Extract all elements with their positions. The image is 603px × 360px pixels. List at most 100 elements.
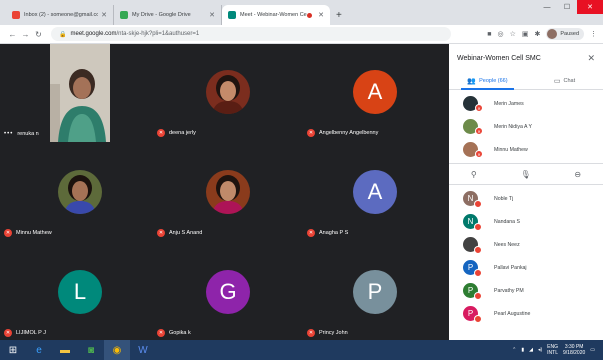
- participant-label: ✕ Anagha P S: [307, 229, 348, 237]
- more-options-icon[interactable]: •••: [4, 131, 13, 137]
- participant-avatar: A: [353, 170, 397, 214]
- forward-icon[interactable]: →: [19, 30, 32, 39]
- network-icon[interactable]: ▮: [521, 347, 524, 353]
- participant-avatar: L: [58, 270, 102, 314]
- puzzle-icon[interactable]: ✱: [534, 30, 540, 38]
- volume-icon[interactable]: ◂): [538, 347, 542, 353]
- window-controls: — ☐ ✕: [537, 0, 603, 14]
- participant-name: Parvathy PM: [494, 287, 524, 294]
- participant-label: ✕ Anju S Anand: [157, 229, 202, 237]
- close-tab-icon[interactable]: ✕: [101, 11, 107, 19]
- wifi-icon[interactable]: ◢: [529, 347, 533, 353]
- list-item[interactable]: P Parvathy PM: [449, 279, 603, 302]
- word-icon[interactable]: W: [130, 340, 156, 360]
- tab-title: My Drive - Google Drive: [132, 12, 191, 18]
- mic-off-icon: ✕: [4, 229, 12, 237]
- meeting-grid: ••• renuka n ✕ deena jerly A ✕ Angelbenn…: [0, 44, 449, 340]
- tab-meet[interactable]: Meet - Webinar-Women Cell ✕: [222, 5, 330, 25]
- list-item[interactable]: N Noble Tj: [449, 187, 603, 210]
- list-item[interactable]: Nees Neez: [449, 233, 603, 256]
- chat-icon: ▭: [553, 77, 561, 85]
- notifications-icon[interactable]: ▭: [590, 347, 595, 353]
- participant-list: ✕ Merin James ✕ Merin Nidiya A Y ✕ Minnu…: [449, 92, 603, 325]
- tab-gmail[interactable]: Inbox (2) - someone@gmail.com ✕: [6, 5, 114, 25]
- profile-button[interactable]: Paused: [546, 28, 584, 40]
- list-item[interactable]: P Pallavi Pankaj: [449, 256, 603, 279]
- participant-tile[interactable]: ✕ Minnu Mathew: [0, 144, 143, 240]
- participant-tile[interactable]: L ✕ LIJIMOL P J: [0, 244, 143, 340]
- participant-tile[interactable]: ✕ deena jerly: [153, 44, 296, 140]
- participant-name: Pearl Augustine: [494, 310, 531, 317]
- mute-icon[interactable]: 🎙: [520, 170, 530, 179]
- url-host: meet.google.com: [70, 31, 117, 37]
- participant-tile[interactable]: A ✕ Anagha P S: [303, 144, 446, 240]
- browser-toolbar: ■ ◎ ☆ ▣ ✱ Paused ⋮: [487, 28, 597, 40]
- minimize-icon[interactable]: —: [537, 0, 557, 14]
- participant-tile[interactable]: ••• renuka n: [0, 44, 143, 142]
- profile-status: Paused: [560, 31, 579, 37]
- close-window-icon[interactable]: ✕: [577, 0, 603, 14]
- participant-name: Merin James: [494, 100, 524, 107]
- close-tab-icon[interactable]: ✕: [209, 11, 215, 19]
- participant-name: Pallavi Pankaj: [494, 264, 527, 271]
- participant-label: ✕ LIJIMOL P J: [4, 329, 46, 337]
- url-input[interactable]: 🔒 meet.google.com /nta-skje-hjk?pli=1&au…: [51, 27, 451, 41]
- participant-tile[interactable]: G ✕ Gopika k: [153, 244, 296, 340]
- avatar: ✕: [463, 119, 483, 135]
- participant-avatar: G: [206, 270, 250, 314]
- avatar: [547, 29, 558, 39]
- list-item[interactable]: ✕ Merin Nidiya A Y: [449, 115, 603, 138]
- tab-chat[interactable]: ▭ Chat: [526, 72, 603, 89]
- camera-icon[interactable]: ■: [487, 31, 491, 38]
- pin-icon[interactable]: ⚲: [471, 170, 477, 179]
- mic-off-icon: ✕: [157, 229, 165, 237]
- recording-indicator-icon: [307, 12, 313, 18]
- url-path: /nta-skje-hjk?pli=1&authuser=1: [116, 31, 200, 37]
- new-tab-button[interactable]: +: [336, 10, 342, 21]
- store-icon[interactable]: ◙: [78, 340, 104, 360]
- edge-icon[interactable]: e: [26, 340, 52, 360]
- list-item[interactable]: ✕ Merin James: [449, 92, 603, 115]
- chevron-up-icon[interactable]: ⌃: [512, 347, 516, 353]
- back-icon[interactable]: ←: [6, 30, 19, 39]
- participant-name: Noble Tj: [494, 195, 514, 202]
- clock[interactable]: 3:30 PM 9/18/2020: [563, 344, 585, 356]
- system-tray: ⌃ ▮ ◢ ◂) ENG INTL 3:30 PM 9/18/2020 ▭: [512, 344, 603, 356]
- mic-off-icon: [474, 315, 482, 323]
- star-icon[interactable]: ☆: [510, 30, 516, 38]
- participant-video: [50, 44, 110, 142]
- file-explorer-icon[interactable]: ▬: [52, 340, 78, 360]
- participant-tile[interactable]: ✕ Anju S Anand: [153, 144, 296, 240]
- lock-icon: 🔒: [59, 31, 67, 38]
- tab-people[interactable]: 👥 People (66): [449, 72, 526, 90]
- participant-tile[interactable]: A ✕ Angelbenny Angelbenny: [303, 44, 446, 140]
- extension-icon[interactable]: ▣: [522, 30, 529, 38]
- more-vert-icon[interactable]: ⋮: [590, 30, 597, 38]
- close-tab-icon[interactable]: ✕: [318, 11, 324, 19]
- list-item[interactable]: ✕ Minnu Mathew: [449, 138, 603, 161]
- mic-off-icon: [474, 246, 482, 254]
- participant-name: Anju S Anand: [169, 230, 203, 236]
- participant-label: ✕ Angelbenny Angelbenny: [307, 129, 378, 137]
- lens-icon[interactable]: ◎: [497, 30, 503, 38]
- reload-icon[interactable]: ↻: [32, 30, 45, 39]
- list-item[interactable]: N Nandana S: [449, 210, 603, 233]
- drive-icon: [120, 11, 128, 19]
- mic-off-icon: ✕: [157, 329, 165, 337]
- close-panel-icon[interactable]: ✕: [587, 53, 595, 64]
- windows-start-icon[interactable]: ⊞: [0, 340, 26, 360]
- mic-off-icon: [474, 223, 482, 231]
- participant-tile[interactable]: P ✕ Princy John: [303, 244, 446, 340]
- mic-off-icon: ✕: [475, 127, 483, 135]
- maximize-icon[interactable]: ☐: [557, 0, 577, 14]
- clock-date: 9/18/2020: [563, 350, 586, 356]
- remove-icon[interactable]: ⊖: [574, 170, 581, 179]
- participant-name: deena jerly: [169, 130, 196, 136]
- mic-off-icon: ✕: [475, 104, 483, 112]
- list-item[interactable]: P Pearl Augustine: [449, 302, 603, 325]
- language-indicator[interactable]: ENG INTL: [547, 344, 558, 356]
- tab-drive[interactable]: My Drive - Google Drive ✕: [114, 5, 222, 25]
- chrome-icon[interactable]: ◉: [104, 340, 130, 360]
- tab-label: People (66): [479, 77, 508, 84]
- mic-off-icon: ✕: [4, 329, 12, 337]
